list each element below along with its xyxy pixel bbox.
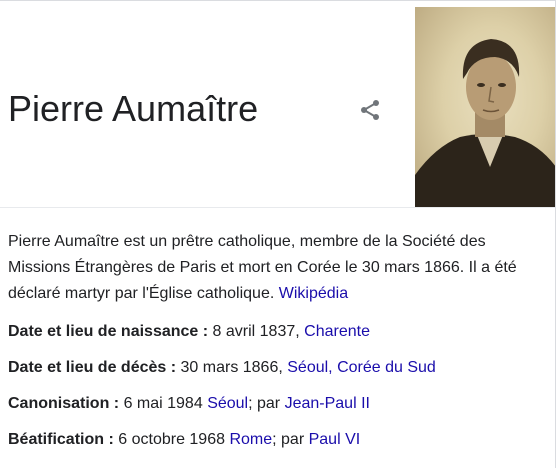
beatification-pope-link[interactable]: Paul VI	[309, 431, 361, 448]
fact-label: Date et lieu de naissance :	[8, 323, 209, 340]
share-button[interactable]	[355, 97, 385, 127]
deathplace-link[interactable]: Séoul, Corée du Sud	[287, 359, 436, 376]
fact-label: Canonisation :	[8, 395, 120, 412]
canonization-pope-link[interactable]: Jean-Paul II	[285, 395, 370, 412]
canonization-place-link[interactable]: Séoul	[207, 395, 248, 412]
fact-value: 30 mars 1866,	[180, 359, 283, 376]
fact-death: Date et lieu de décès : 30 mars 1866, Sé…	[8, 355, 548, 381]
knowledge-panel: Pierre Aumaître Pierre Aumaître est un p…	[0, 0, 556, 468]
fact-value: 8 avril 1837,	[212, 323, 300, 340]
fact-birth: Date et lieu de naissance : 8 avril 1837…	[8, 319, 548, 345]
share-icon	[358, 98, 382, 127]
panel-header: Pierre Aumaître	[0, 1, 555, 208]
fact-canonization: Canonisation : 6 mai 1984 Séoul; par Jea…	[8, 391, 548, 417]
wikipedia-link[interactable]: Wikipédia	[279, 285, 348, 302]
description-text: Pierre Aumaître est un prêtre catholique…	[8, 233, 517, 302]
fact-separator: ; par	[248, 395, 281, 412]
portrait-photo[interactable]	[415, 7, 555, 207]
fact-separator: ; par	[272, 431, 305, 448]
entity-description: Pierre Aumaître est un prêtre catholique…	[0, 229, 555, 307]
facts-list: Date et lieu de naissance : 8 avril 1837…	[8, 319, 548, 463]
fact-value: 6 octobre 1968	[118, 431, 225, 448]
fact-label: Date et lieu de décès :	[8, 359, 177, 376]
fact-value: 6 mai 1984	[123, 395, 203, 412]
birthplace-link[interactable]: Charente	[304, 323, 370, 340]
fact-beatification: Béatification : 6 octobre 1968 Rome; par…	[8, 427, 548, 453]
fact-label: Béatification :	[8, 431, 114, 448]
entity-title: Pierre Aumaître	[8, 88, 259, 129]
beatification-place-link[interactable]: Rome	[229, 431, 272, 448]
